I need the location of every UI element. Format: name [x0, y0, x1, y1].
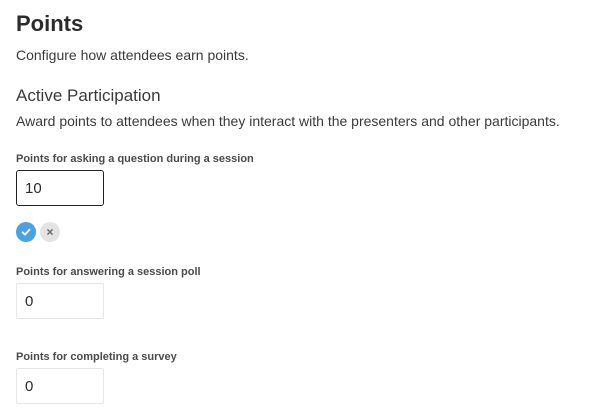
close-icon	[47, 229, 53, 235]
cancel-button[interactable]	[40, 222, 60, 242]
page-description: Configure how attendees earn points.	[16, 47, 249, 63]
section-description: Award points to attendees when they inte…	[16, 113, 560, 129]
section-title: Active Participation	[16, 86, 161, 105]
survey-points-label: Points for completing a survey	[16, 351, 177, 363]
survey-points-input[interactable]	[16, 368, 104, 404]
poll-points-input[interactable]	[16, 283, 104, 319]
check-icon	[21, 228, 31, 236]
question-points-label: Points for asking a question during a se…	[16, 153, 254, 165]
question-points-input[interactable]	[16, 170, 104, 206]
poll-points-label: Points for answering a session poll	[16, 266, 201, 278]
confirm-button[interactable]	[16, 222, 36, 242]
page-title: Points	[16, 11, 84, 36]
